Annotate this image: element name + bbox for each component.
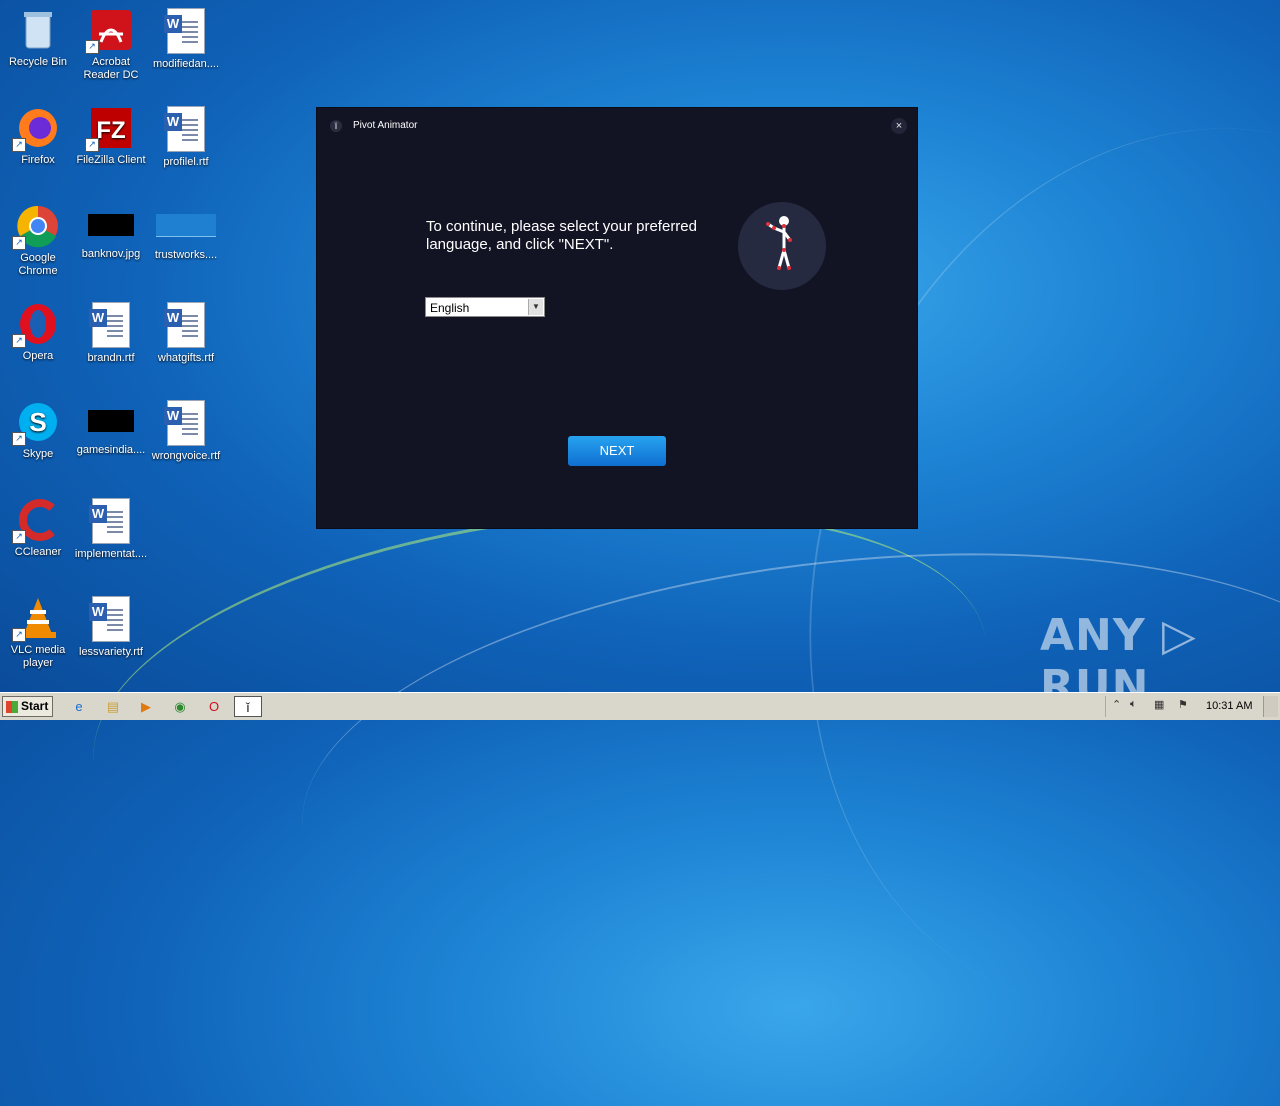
desktop-icon-ccleaner[interactable]: ↗ CCleaner bbox=[0, 498, 76, 559]
system-tray: ⌃ 🔈︎ ▦ ⚑ 10:31 AM bbox=[1105, 696, 1278, 717]
desktop-icon-lessvariety[interactable]: W lessvariety.rtf bbox=[73, 596, 149, 659]
desktop-icon-label: Firefox bbox=[21, 154, 55, 166]
desktop-icon-skype[interactable]: S ↗ Skype bbox=[0, 400, 76, 461]
shortcut-arrow-icon: ↗ bbox=[12, 628, 26, 642]
internet-explorer-icon[interactable]: e bbox=[68, 696, 90, 717]
desktop-icon-firefox[interactable]: ↗ Firefox bbox=[0, 106, 76, 167]
desktop-icon-recycle-bin[interactable]: Recycle Bin bbox=[0, 8, 76, 69]
close-button[interactable]: × bbox=[891, 118, 907, 134]
desktop-icon-vlc[interactable]: ↗ VLC media player bbox=[0, 596, 76, 670]
image-thumbnail-icon bbox=[156, 214, 216, 237]
pivot-animator-taskbar-icon[interactable]: ǐ bbox=[234, 696, 262, 717]
stickfigure-mascot-icon bbox=[738, 202, 826, 290]
firefox-icon: ↗ bbox=[12, 106, 60, 152]
desktop-icon-wrongvoice[interactable]: W wrongvoice.rtf bbox=[148, 400, 224, 463]
word-document-icon: W bbox=[164, 106, 205, 152]
desktop-icon-filezilla[interactable]: FZ ↗ FileZilla Client bbox=[73, 106, 149, 167]
desktop-icon-modifiedan[interactable]: W modifiedan.... bbox=[148, 8, 224, 71]
desktop-icon-label: brandn.rtf bbox=[87, 352, 135, 364]
word-document-icon: W bbox=[89, 302, 130, 348]
show-hidden-icons-icon[interactable]: ⌃ bbox=[1112, 698, 1121, 711]
word-document-icon: W bbox=[164, 302, 205, 348]
taskbar: Start e ▤ ▶ ◉ O ǐ ⌃ 🔈︎ ▦ ⚑ 10:31 AM bbox=[0, 692, 1280, 720]
pivot-animator-window: ǐ Pivot Animator × To continue, please s… bbox=[317, 108, 917, 528]
desktop-icon-profilel[interactable]: W profilel.rtf bbox=[148, 106, 224, 169]
desktop-icon-brandn[interactable]: W brandn.rtf bbox=[73, 302, 149, 365]
desktop-icon-banknov[interactable]: banknov.jpg bbox=[73, 204, 149, 261]
word-document-icon: W bbox=[164, 400, 205, 446]
desktop-icon-implementat[interactable]: W implementat.... bbox=[73, 498, 149, 561]
ccleaner-icon: ↗ bbox=[12, 498, 60, 544]
opera-taskbar-icon[interactable]: O bbox=[203, 696, 225, 717]
start-label: Start bbox=[21, 699, 49, 713]
window-title: Pivot Animator bbox=[353, 120, 418, 131]
desktop-icon-label: CCleaner bbox=[14, 546, 62, 558]
desktop-icon-label: lessvariety.rtf bbox=[79, 646, 143, 658]
image-thumbnail-icon bbox=[88, 214, 134, 236]
file-explorer-icon[interactable]: ▤ bbox=[102, 696, 124, 717]
shortcut-arrow-icon: ↗ bbox=[12, 432, 26, 446]
desktop-icon-label: trustworks.... bbox=[154, 249, 218, 261]
desktop-icon-google-chrome[interactable]: ↗ Google Chrome bbox=[0, 204, 76, 278]
filezilla-icon: FZ ↗ bbox=[85, 106, 133, 152]
desktop-icon-acrobat[interactable]: ↗ Acrobat Reader DC bbox=[73, 8, 149, 82]
desktop-icon-label: VLC media player bbox=[10, 644, 66, 669]
wallpaper-streak bbox=[280, 503, 1280, 1039]
shortcut-arrow-icon: ↗ bbox=[12, 334, 26, 348]
desktop-icon-gamesindia[interactable]: gamesindia.... bbox=[73, 400, 149, 457]
network-icon[interactable]: ▦ bbox=[1154, 698, 1164, 711]
word-document-icon: W bbox=[164, 8, 205, 54]
start-button[interactable]: Start bbox=[2, 696, 53, 717]
stickfigure-app-icon: ǐ bbox=[330, 120, 342, 132]
next-button[interactable]: NEXT bbox=[568, 436, 666, 466]
title-bar[interactable]: ǐ Pivot Animator × bbox=[317, 108, 917, 144]
desktop-icon-label: Opera bbox=[22, 350, 54, 362]
language-selected-value: English bbox=[430, 301, 470, 315]
desktop-icon-label: Google Chrome bbox=[18, 252, 58, 277]
show-desktop-button[interactable] bbox=[1263, 696, 1278, 717]
desktop-icon-label: banknov.jpg bbox=[81, 248, 141, 260]
opera-icon: ↗ bbox=[12, 302, 60, 348]
language-select[interactable]: English ▼ bbox=[425, 297, 545, 317]
desktop-icon-trustworks[interactable]: trustworks.... bbox=[148, 204, 224, 262]
chrome-icon: ↗ bbox=[12, 204, 60, 250]
clock[interactable]: 10:31 AM bbox=[1206, 700, 1252, 712]
media-player-icon[interactable]: ▶ bbox=[135, 696, 157, 717]
shortcut-arrow-icon: ↗ bbox=[12, 530, 26, 544]
word-document-icon: W bbox=[89, 596, 130, 642]
recycle-bin-icon bbox=[16, 8, 60, 52]
windows-logo-icon bbox=[6, 701, 18, 713]
desktop-icon-label: profilel.rtf bbox=[163, 156, 209, 168]
desktop-icon-label: whatgifts.rtf bbox=[157, 352, 215, 364]
image-thumbnail-icon bbox=[88, 410, 134, 432]
desktop-icon-label: wrongvoice.rtf bbox=[151, 450, 221, 462]
desktop-icon-label: FileZilla Client bbox=[76, 154, 146, 166]
action-center-flag-icon[interactable]: ⚑ bbox=[1178, 698, 1188, 711]
desktop-icon-label: gamesindia.... bbox=[76, 444, 146, 456]
desktop-icon-label: Recycle Bin bbox=[8, 56, 68, 68]
desktop-icon-label: modifiedan.... bbox=[152, 58, 220, 70]
language-prompt: To continue, please select your preferre… bbox=[426, 218, 697, 253]
shortcut-arrow-icon: ↗ bbox=[85, 138, 99, 152]
acrobat-icon: ↗ bbox=[85, 8, 133, 54]
shortcut-arrow-icon: ↗ bbox=[85, 40, 99, 54]
svg-text:S: S bbox=[29, 407, 46, 437]
desktop-icon-opera[interactable]: ↗ Opera bbox=[0, 302, 76, 363]
desktop-icon-whatgifts[interactable]: W whatgifts.rtf bbox=[148, 302, 224, 365]
chrome-taskbar-icon[interactable]: ◉ bbox=[169, 696, 191, 717]
word-document-icon: W bbox=[89, 498, 130, 544]
shortcut-arrow-icon: ↗ bbox=[12, 138, 26, 152]
volume-icon[interactable]: 🔈︎ bbox=[1130, 698, 1137, 711]
vlc-cone-icon: ↗ bbox=[12, 596, 60, 642]
shortcut-arrow-icon: ↗ bbox=[12, 236, 26, 250]
desktop-icon-label: implementat.... bbox=[74, 548, 148, 560]
desktop-icon-label: Skype bbox=[22, 448, 54, 460]
svg-text:FZ: FZ bbox=[96, 117, 125, 144]
skype-icon: S ↗ bbox=[12, 400, 60, 446]
desktop-icon-label: Acrobat Reader DC bbox=[83, 56, 139, 81]
chevron-down-icon[interactable]: ▼ bbox=[528, 299, 543, 315]
